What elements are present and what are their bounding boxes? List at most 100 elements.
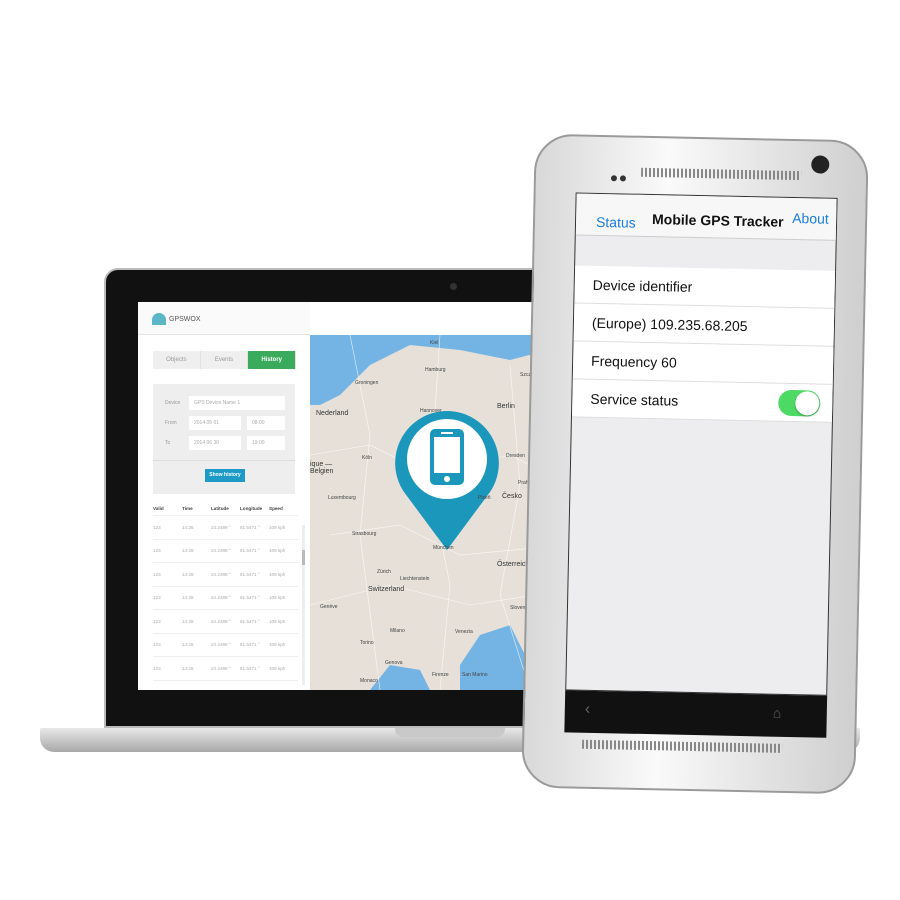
status-button[interactable]: Status	[596, 214, 636, 231]
table-cell: 14:28	[182, 548, 194, 554]
table-row[interactable]: 123 14:28 24.2489 ° 81.5471 ° 109 kph	[153, 657, 298, 681]
table-row[interactable]: 123 14:28 24.2489 ° 81.5471 ° 109 kph	[153, 587, 298, 610]
device-identifier-row[interactable]: Device identifier	[574, 265, 838, 309]
table-cell: 123	[153, 665, 161, 671]
map-label-belgien: ique — Belgien	[310, 461, 334, 475]
table-header: Valid Time Latitude Longitude Speed	[153, 502, 298, 516]
table-cell: 109 kph	[269, 524, 286, 530]
table-scrollbar[interactable]	[302, 525, 305, 685]
table-row[interactable]: 123 14:28 24.2489 ° 81.5471 ° 109 kph	[153, 610, 298, 634]
table-cell: 81.5471 °	[240, 524, 260, 530]
phone-screen: Status Mobile GPS Tracker About Device i…	[565, 192, 838, 696]
table-cell: 123	[153, 571, 161, 577]
tab-history[interactable]: History	[248, 351, 297, 369]
from-time-select[interactable]: 08:00	[247, 416, 285, 430]
app-title: Mobile GPS Tracker	[651, 211, 784, 230]
map-label-zurich: Zürich	[377, 569, 391, 575]
table-row[interactable]: 123 14:28 24.2489 ° 81.5471 ° 109 kph	[153, 516, 298, 540]
table-cell: 14:28	[182, 571, 194, 577]
map-label-genova: Genova	[385, 660, 403, 666]
table-cell: 109 kph	[269, 665, 286, 671]
table-row[interactable]: 123 14:28 24.2489 ° 81.5471 ° 109 kph	[153, 540, 298, 563]
col-latitude: Latitude	[211, 506, 229, 511]
map-label-cesko: Česko	[502, 493, 522, 500]
history-table: Valid Time Latitude Longitude Speed 123 1…	[153, 502, 298, 681]
smartphone-icon	[430, 429, 464, 485]
table-cell: 24.2489 °	[211, 665, 231, 671]
map-label-geneve: Genève	[320, 604, 338, 610]
nav-bar: Status Mobile GPS Tracker About	[575, 193, 838, 241]
table-cell: 24.2489 °	[211, 524, 231, 530]
map-label-strasbourg: Strasbourg	[352, 531, 377, 537]
map-label-kiel: Kiel	[430, 340, 439, 346]
row-label: Frequency 60	[590, 352, 677, 371]
map-label-osterreich: Österreich	[497, 561, 530, 568]
tab-bar: Objects Events History	[153, 351, 297, 369]
map-label-monaco: Monaco	[360, 678, 378, 684]
from-date-select[interactable]: 2014 05 01	[189, 416, 241, 430]
map-label-milano: Milano	[390, 628, 405, 634]
home-icon[interactable]: ⌂	[773, 705, 782, 721]
service-status-toggle[interactable]	[778, 389, 821, 417]
phone-camera	[811, 155, 830, 174]
table-cell: 81.5471 °	[240, 571, 260, 577]
table-row[interactable]: 123 14:28 24.2489 ° 81.5471 ° 109 kph	[153, 634, 298, 657]
laptop-camera	[450, 283, 457, 290]
phone-speaker-bottom	[582, 739, 783, 753]
frequency-row[interactable]: Frequency 60	[572, 341, 836, 385]
table-cell: 24.2489 °	[211, 548, 231, 554]
device-select[interactable]: GPS Device Name 1	[189, 396, 285, 410]
map-label-munchen: München	[433, 545, 454, 551]
table-cell: 109 kph	[269, 642, 286, 648]
map-label-switzerland: Switzerland	[368, 586, 405, 593]
server-address-row[interactable]: (Europe) 109.235.68.205	[573, 303, 837, 347]
table-cell: 109 kph	[269, 548, 286, 554]
table-cell: 123	[153, 548, 161, 554]
table-cell: 123	[153, 595, 161, 601]
table-cell: 123	[153, 642, 161, 648]
map-label-luxembourg: Luxembourg	[328, 495, 356, 501]
table-cell: 24.2489 °	[211, 571, 231, 577]
laptop-notch	[395, 728, 505, 737]
row-label: Service status	[590, 390, 679, 409]
table-cell: 24.2489 °	[211, 595, 231, 601]
phone-sensors	[610, 175, 618, 182]
back-icon[interactable]: ‹	[585, 701, 591, 719]
map-label-plzen: Plzeň	[478, 495, 491, 501]
show-history-button[interactable]: Show history	[205, 469, 245, 482]
to-time-select[interactable]: 19:00	[247, 436, 285, 450]
table-cell: 14:28	[182, 665, 194, 671]
laptop-screen: GPSWOX Objects Events History Device GPS…	[138, 302, 568, 690]
app-header: GPSWOX	[138, 302, 310, 335]
row-label: Device identifier	[592, 276, 693, 295]
map-label-torino: Torino	[360, 640, 374, 646]
table-cell: 109 kph	[269, 618, 286, 624]
to-date-select[interactable]: 2014 06 30	[189, 436, 241, 450]
device-label: Device	[165, 400, 181, 406]
phone: Status Mobile GPS Tracker About Device i…	[521, 133, 869, 795]
about-button[interactable]: About	[792, 210, 829, 227]
map-label-groningen: Groningen	[355, 380, 379, 386]
table-row[interactable]: 123 14:28 24.2489 ° 81.5471 ° 109 kph	[153, 563, 298, 587]
table-cell: 81.5471 °	[240, 665, 260, 671]
brand-name: GPSWOX	[169, 316, 201, 323]
table-cell: 14:28	[182, 618, 194, 624]
table-cell: 81.5471 °	[240, 548, 260, 554]
table-cell: 81.5471 °	[240, 618, 260, 624]
table-cell: 14:28	[182, 595, 194, 601]
from-label: From	[165, 420, 177, 426]
phone-speaker-top	[641, 167, 802, 181]
location-pin-icon[interactable]	[387, 407, 507, 552]
map-label-liechtenstein: Liechtenstein	[400, 576, 430, 582]
table-cell: 24.2489 °	[211, 618, 231, 624]
map-label-sanmarino: San Marino	[462, 672, 488, 678]
service-status-row: Service status	[571, 379, 835, 423]
tab-objects[interactable]: Objects	[153, 351, 201, 369]
col-speed: Speed	[269, 506, 283, 511]
tab-events[interactable]: Events	[200, 351, 249, 369]
col-longitude: Longitude	[240, 506, 263, 511]
map-label-venezia: Venezia	[455, 629, 473, 635]
table-cell: 81.5471 °	[240, 595, 260, 601]
row-label: (Europe) 109.235.68.205	[591, 314, 748, 335]
map-label-hannover: Hannover	[420, 408, 442, 414]
